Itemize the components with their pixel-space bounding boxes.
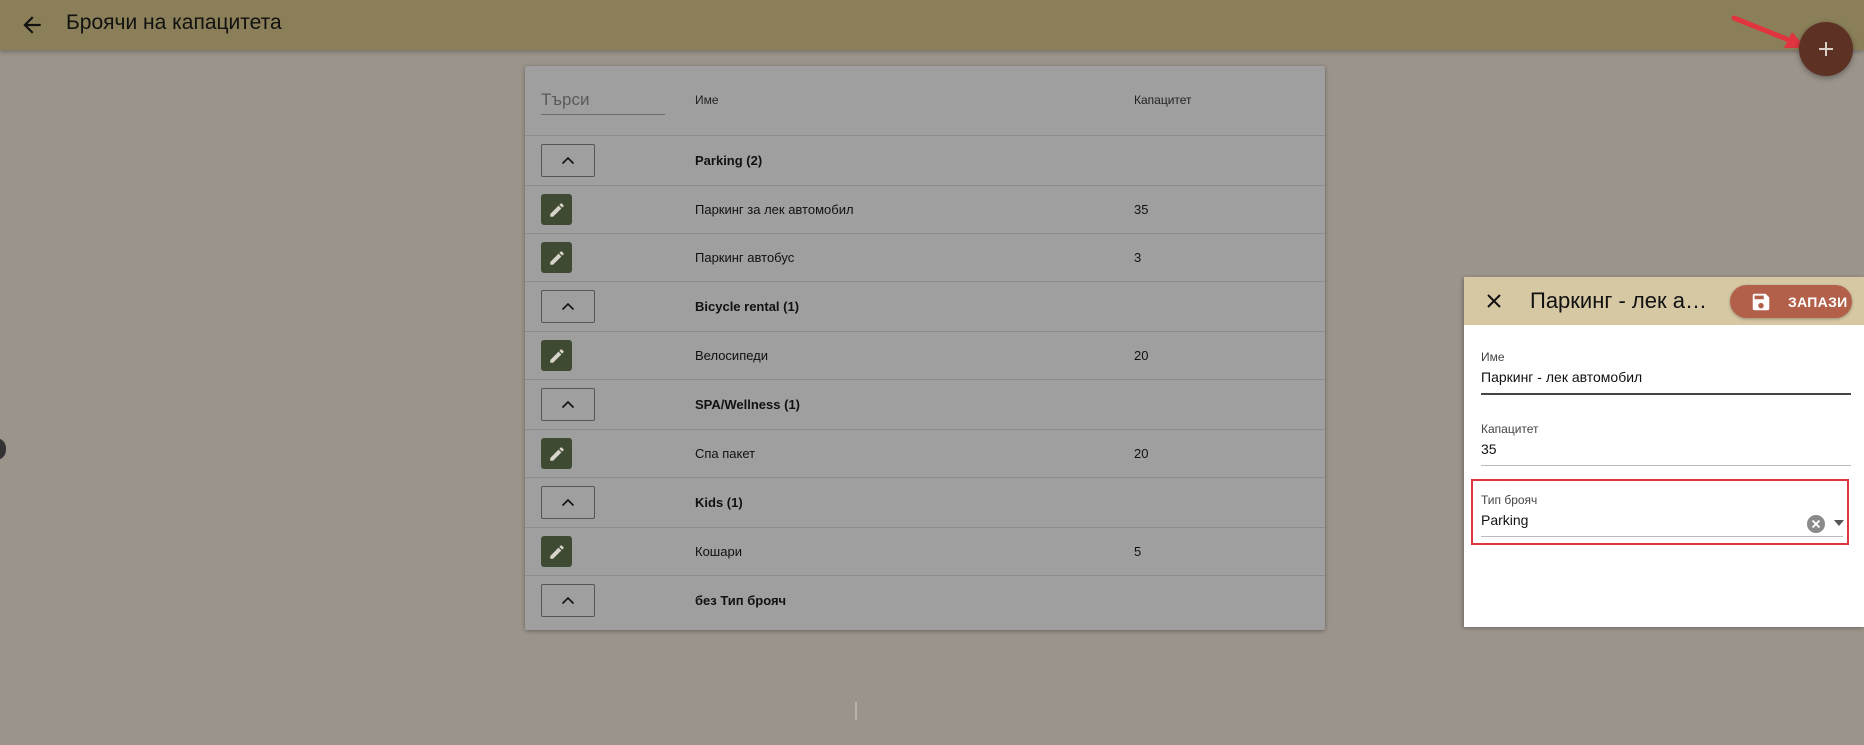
name-field-underline xyxy=(1481,393,1851,395)
chevron-up-icon xyxy=(561,156,575,165)
panel-header: Паркинг - лек автомобил ЗАПАЗИ xyxy=(1464,277,1864,325)
group-row: без Тип брояч xyxy=(525,576,1325,625)
counter-capacity: 5 xyxy=(1134,544,1142,559)
counter-capacity: 35 xyxy=(1134,202,1149,217)
name-field[interactable]: Име Паркинг - лек автомобил xyxy=(1481,350,1851,395)
counter-name: Спа пакет xyxy=(695,446,756,461)
back-button[interactable] xyxy=(18,12,46,38)
group-row: Parking (2) xyxy=(525,136,1325,186)
chevron-up-icon xyxy=(561,498,575,507)
column-header-name: Име xyxy=(695,93,719,107)
save-button[interactable]: ЗАПАЗИ xyxy=(1730,285,1852,318)
drawer-handle[interactable] xyxy=(0,438,6,460)
pencil-icon xyxy=(549,446,564,461)
capacity-field[interactable]: Капацитет 35 xyxy=(1481,422,1851,466)
column-header-capacity: Капацитет xyxy=(1134,93,1192,107)
group-name: Bicycle rental (1) xyxy=(695,299,800,314)
arrow-left-icon xyxy=(23,16,41,34)
counter-type-value[interactable]: Parking xyxy=(1481,512,1843,528)
counter-name: Кошари xyxy=(695,544,742,559)
pencil-icon xyxy=(549,544,564,559)
counter-name: Паркинг за лек автомобил xyxy=(695,202,854,217)
close-panel-button[interactable] xyxy=(1482,289,1506,313)
search-input[interactable] xyxy=(541,86,665,115)
chevron-up-icon xyxy=(561,400,575,409)
pencil-icon xyxy=(549,250,564,265)
name-field-label: Име xyxy=(1481,350,1505,364)
chevron-up-icon xyxy=(561,302,575,311)
scroll-indicator xyxy=(855,702,857,720)
group-name: Parking (2) xyxy=(695,153,763,168)
add-counter-button[interactable] xyxy=(1799,22,1853,76)
collapse-group-button[interactable] xyxy=(541,584,595,617)
save-button-label: ЗАПАЗИ xyxy=(1788,293,1848,310)
pencil-icon xyxy=(549,202,564,217)
name-field-value[interactable]: Паркинг - лек автомобил xyxy=(1481,369,1851,385)
counters-table: Име Капацитет Parking (2) Паркинг за лек… xyxy=(525,66,1325,630)
edit-button[interactable] xyxy=(541,536,572,567)
counter-capacity: 20 xyxy=(1134,446,1149,461)
group-row: SPA/Wellness (1) xyxy=(525,380,1325,430)
plus-icon xyxy=(1819,42,1833,56)
counter-type-underline xyxy=(1481,536,1843,537)
edit-button[interactable] xyxy=(541,194,572,225)
counter-capacity: 20 xyxy=(1134,348,1149,363)
counter-type-highlight: Тип брояч Parking xyxy=(1471,479,1849,545)
counter-name: Паркинг автобус xyxy=(695,250,795,265)
group-row: Bicycle rental (1) xyxy=(525,282,1325,332)
edit-counter-panel: Паркинг - лек автомобил ЗАПАЗИ Име Парки… xyxy=(1464,277,1864,627)
table-row: Паркинг автобус 3 xyxy=(525,234,1325,282)
edit-button[interactable] xyxy=(541,340,572,371)
panel-title: Паркинг - лек автомобил xyxy=(1530,288,1716,313)
group-name: SPA/Wellness (1) xyxy=(695,397,800,412)
group-row: Kids (1) xyxy=(525,478,1325,528)
clear-circle-icon[interactable] xyxy=(1806,514,1826,534)
group-name: Kids (1) xyxy=(695,495,743,510)
table-header: Име Капацитет xyxy=(525,66,1325,136)
table-row: Паркинг за лек автомобил 35 xyxy=(525,186,1325,234)
edit-button[interactable] xyxy=(541,242,572,273)
counter-type-select[interactable]: Тип брояч Parking xyxy=(1481,493,1845,537)
collapse-group-button[interactable] xyxy=(541,290,595,323)
capacity-field-value[interactable]: 35 xyxy=(1481,441,1851,457)
chevron-up-icon xyxy=(561,596,575,605)
top-app-bar: Броячи на капацитета xyxy=(0,0,1864,50)
counter-type-label: Тип брояч xyxy=(1481,493,1538,507)
capacity-field-label: Капацитет xyxy=(1481,422,1539,436)
collapse-group-button[interactable] xyxy=(541,486,595,519)
close-icon xyxy=(1487,294,1501,308)
edit-button[interactable] xyxy=(541,438,572,469)
page-title: Броячи на капацитета xyxy=(66,11,282,34)
table-row: Спа пакет 20 xyxy=(525,430,1325,478)
annotation-arrow xyxy=(1731,15,1806,48)
table-row: Велосипеди 20 xyxy=(525,332,1325,380)
capacity-field-underline xyxy=(1481,465,1851,466)
dropdown-arrow-icon[interactable] xyxy=(1833,519,1845,527)
counter-capacity: 3 xyxy=(1134,250,1142,265)
pencil-icon xyxy=(549,348,564,363)
floppy-disk-icon xyxy=(1750,291,1772,313)
group-name: без Тип брояч xyxy=(695,593,787,608)
counter-name: Велосипеди xyxy=(695,348,769,363)
collapse-group-button[interactable] xyxy=(541,144,595,177)
table-row: Кошари 5 xyxy=(525,528,1325,576)
collapse-group-button[interactable] xyxy=(541,388,595,421)
